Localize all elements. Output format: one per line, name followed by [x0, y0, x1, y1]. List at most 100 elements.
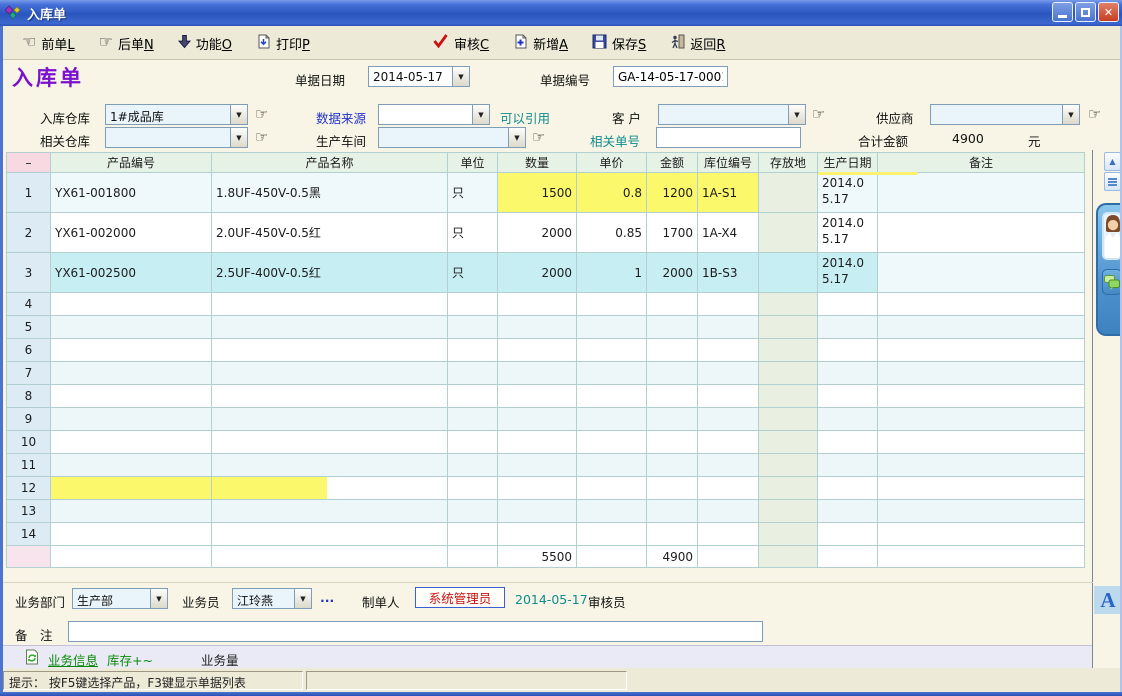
row-selector-header[interactable]: –	[7, 153, 51, 173]
table-cell[interactable]	[818, 477, 878, 500]
row-number[interactable]: 9	[7, 408, 51, 431]
table-cell[interactable]	[51, 339, 212, 362]
clerk-combobox[interactable]: 江玲燕 ▼	[232, 588, 312, 609]
table-cell[interactable]	[498, 523, 577, 546]
table-cell[interactable]	[212, 293, 448, 316]
toolbar-button-S[interactable]: 保存S	[592, 34, 646, 53]
table-cell[interactable]	[698, 431, 759, 454]
close-button[interactable]: ✕	[1098, 2, 1119, 22]
column-header[interactable]: 备注	[878, 153, 1085, 173]
chevron-down-icon[interactable]: ▼	[230, 105, 247, 124]
table-cell[interactable]	[212, 477, 448, 500]
table-cell[interactable]: 0.8	[577, 173, 647, 213]
table-cell[interactable]	[878, 408, 1085, 431]
table-cell[interactable]	[448, 293, 498, 316]
table-cell[interactable]: 1200	[647, 173, 698, 213]
table-cell[interactable]	[51, 523, 212, 546]
table-cell[interactable]	[818, 339, 878, 362]
table-cell[interactable]	[759, 500, 818, 523]
table-cell[interactable]	[448, 408, 498, 431]
table-cell[interactable]	[212, 385, 448, 408]
chevron-down-icon[interactable]: ▼	[452, 67, 469, 86]
table-cell[interactable]	[759, 454, 818, 477]
dept-combobox[interactable]: 生产部 ▼	[72, 588, 168, 609]
column-header[interactable]: 产品编号	[51, 153, 212, 173]
table-cell[interactable]	[647, 408, 698, 431]
table-cell[interactable]	[498, 339, 577, 362]
assistant-avatar[interactable]	[1102, 212, 1122, 260]
table-cell[interactable]	[212, 500, 448, 523]
table-cell[interactable]	[51, 431, 212, 454]
column-header[interactable]: 数量	[498, 153, 577, 173]
column-header[interactable]: 存放地	[759, 153, 818, 173]
table-cell[interactable]: 1.8UF-450V-0.5黑	[212, 173, 448, 213]
chevron-down-icon[interactable]: ▼	[508, 128, 525, 147]
table-cell[interactable]	[759, 408, 818, 431]
assistant-dock-panel[interactable]	[1096, 203, 1122, 336]
doc-date-combobox[interactable]: 2014-05-17 ▼	[368, 66, 470, 87]
table-cell[interactable]	[448, 454, 498, 477]
table-cell[interactable]	[698, 362, 759, 385]
table-cell[interactable]	[51, 293, 212, 316]
row-number[interactable]: 1	[7, 173, 51, 213]
table-cell[interactable]	[878, 293, 1085, 316]
table-cell[interactable]	[818, 408, 878, 431]
table-cell[interactable]	[577, 293, 647, 316]
table-cell[interactable]	[212, 454, 448, 477]
table-cell[interactable]	[577, 385, 647, 408]
table-cell[interactable]	[448, 316, 498, 339]
table-cell[interactable]	[448, 385, 498, 408]
column-header[interactable]: 库位编号	[698, 153, 759, 173]
table-cell[interactable]	[759, 173, 818, 213]
tab-business-info[interactable]: 业务信息	[48, 650, 98, 669]
table-cell[interactable]	[51, 408, 212, 431]
table-cell[interactable]	[577, 523, 647, 546]
table-cell[interactable]	[647, 339, 698, 362]
table-cell[interactable]	[51, 385, 212, 408]
table-cell[interactable]	[577, 431, 647, 454]
table-cell[interactable]	[498, 408, 577, 431]
table-cell[interactable]	[759, 253, 818, 293]
table-cell[interactable]	[878, 173, 1085, 213]
table-cell[interactable]	[698, 477, 759, 500]
related-warehouse-combobox[interactable]: ▼	[105, 127, 248, 148]
table-cell[interactable]	[759, 362, 818, 385]
table-cell[interactable]	[759, 293, 818, 316]
toolbar-button-C[interactable]: 审核C	[432, 34, 489, 53]
table-cell[interactable]	[878, 213, 1085, 253]
table-cell[interactable]	[878, 477, 1085, 500]
table-cell[interactable]	[818, 454, 878, 477]
row-number[interactable]: 7	[7, 362, 51, 385]
column-header[interactable]: 单位	[448, 153, 498, 173]
table-cell[interactable]: 2000	[647, 253, 698, 293]
more-ellipsis-button[interactable]: ...	[320, 590, 334, 605]
table-cell[interactable]	[647, 500, 698, 523]
table-cell[interactable]	[577, 454, 647, 477]
table-cell[interactable]: 1A-S1	[698, 173, 759, 213]
table-cell[interactable]	[448, 431, 498, 454]
table-cell[interactable]	[759, 385, 818, 408]
table-cell[interactable]	[698, 454, 759, 477]
column-header[interactable]: 单价	[577, 153, 647, 173]
workshop-combobox[interactable]: ▼	[378, 127, 526, 148]
table-cell[interactable]	[577, 477, 647, 500]
table-cell[interactable]	[212, 523, 448, 546]
column-header[interactable]: 产品名称	[212, 153, 448, 173]
table-cell[interactable]: 2.0UF-450V-0.5红	[212, 213, 448, 253]
table-cell[interactable]	[878, 431, 1085, 454]
table-cell[interactable]	[577, 362, 647, 385]
table-cell[interactable]	[759, 316, 818, 339]
table-cell[interactable]	[698, 523, 759, 546]
table-cell[interactable]	[878, 523, 1085, 546]
table-cell[interactable]	[878, 253, 1085, 293]
table-cell[interactable]	[577, 316, 647, 339]
pick-warehouse-hand-icon[interactable]: ☞	[255, 105, 268, 123]
table-cell[interactable]	[498, 454, 577, 477]
row-number[interactable]: 8	[7, 385, 51, 408]
table-cell[interactable]: 2014.05.17	[818, 213, 878, 253]
row-number[interactable]: 5	[7, 316, 51, 339]
table-cell[interactable]	[51, 454, 212, 477]
pick-customer-hand-icon[interactable]: ☞	[812, 105, 825, 123]
maximize-button[interactable]	[1075, 2, 1096, 22]
table-cell[interactable]	[647, 454, 698, 477]
